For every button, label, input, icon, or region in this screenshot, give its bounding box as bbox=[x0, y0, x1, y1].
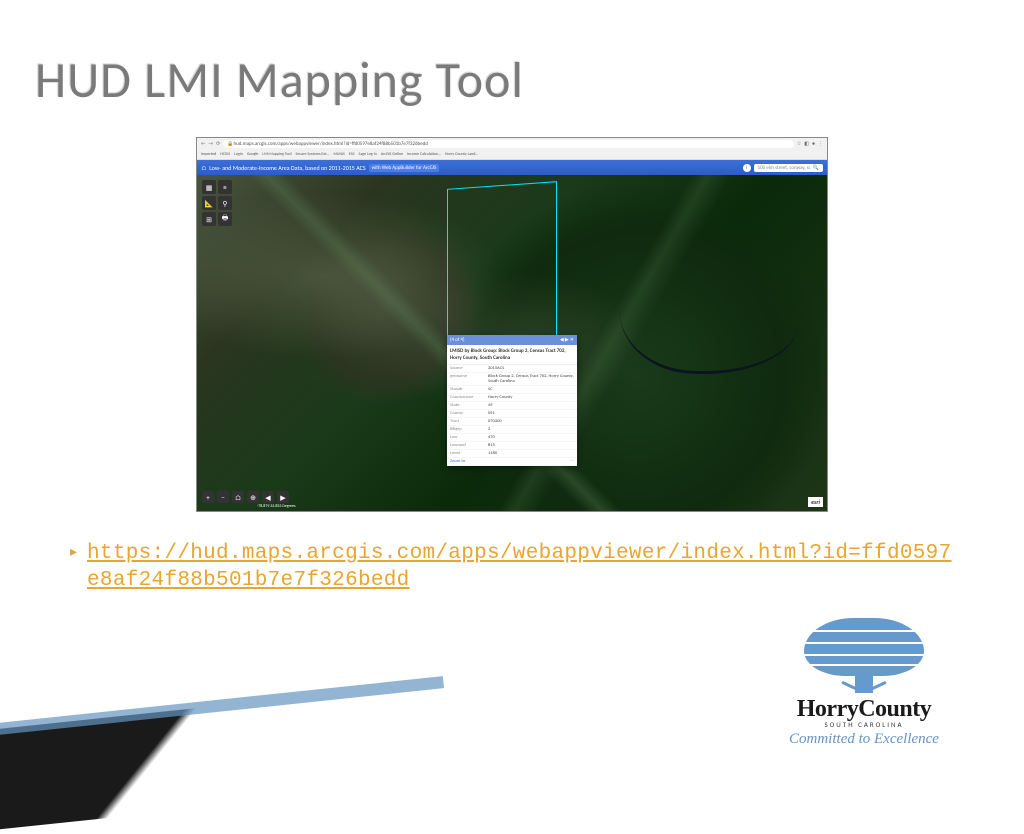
tree-trunk-icon bbox=[855, 671, 873, 693]
popup-key: Countyname bbox=[450, 395, 488, 400]
app-header: ⌂ Low- and Moderate-Income Area Data, ba… bbox=[197, 160, 827, 175]
popup-nav: ◀ ▶ ✕ bbox=[560, 337, 574, 343]
search-icon: 🔍 bbox=[813, 165, 819, 171]
bookmark: ArcGIS Online bbox=[381, 152, 403, 157]
zoom-out-icon: − bbox=[217, 491, 229, 503]
bookmark: Horry County Land... bbox=[445, 152, 478, 157]
bookmark: Secure Systems Ext... bbox=[296, 152, 330, 157]
river bbox=[615, 307, 800, 382]
popup-header: (4 of 4) ◀ ▶ ✕ bbox=[447, 335, 577, 345]
prev-extent-icon: ◀ bbox=[262, 491, 274, 503]
popup-title: LMISD by Block Group: Block Group 2, Cen… bbox=[447, 345, 577, 365]
popup-val: Horry County bbox=[488, 395, 574, 400]
menu-icon: ⋮ bbox=[818, 141, 823, 147]
bookmark: Income Calculation... bbox=[407, 152, 441, 157]
profile-icon: ● bbox=[812, 141, 815, 147]
popup-val: 815 bbox=[488, 443, 574, 448]
esri-attribution: esri bbox=[808, 497, 823, 507]
tract-boundary bbox=[447, 181, 557, 359]
app-logo-icon: ⌂ bbox=[201, 164, 206, 172]
zoom-controls: + − ⌂ ⊕ ◀ ▶ bbox=[202, 491, 289, 503]
measure-icon: 📐 bbox=[202, 196, 216, 210]
embedded-screenshot: ← → ⟳ 🔒 hud.maps.arcgis.com/apps/webappv… bbox=[196, 137, 828, 512]
popup-val: 45 bbox=[488, 403, 574, 408]
popup-val: Block Group 2, Census Tract 702, Horry C… bbox=[488, 374, 574, 384]
print-icon: 🖶 bbox=[218, 212, 232, 226]
horry-county-logo: HorryCounty SOUTH CAROLINA Committed to … bbox=[754, 618, 974, 748]
bookmark-icon: ⚲ bbox=[218, 196, 232, 210]
tool-url-link[interactable]: https://hud.maps.arcgis.com/apps/webappv… bbox=[87, 540, 964, 595]
popup-val: 051 bbox=[488, 411, 574, 416]
slide-corner-decoration bbox=[0, 682, 454, 834]
bookmark: ESS bbox=[349, 152, 355, 157]
link-bullet-item: ▸ https://hud.maps.arcgis.com/apps/webap… bbox=[70, 540, 964, 595]
popup-val: 2 bbox=[488, 427, 574, 432]
popup-key: Lowmod bbox=[450, 443, 488, 448]
extension-icon: ◧ bbox=[804, 141, 809, 147]
popup-val: SC bbox=[488, 387, 574, 392]
app-title: Low- and Moderate-Income Area Data, base… bbox=[209, 164, 365, 172]
app-badge: with Web AppBuilder for ArcGIS bbox=[369, 164, 440, 172]
info-icon: i bbox=[743, 164, 751, 172]
nav-back-icon: ← bbox=[201, 141, 206, 147]
browser-address-bar: ← → ⟳ 🔒 hud.maps.arcgis.com/apps/webappv… bbox=[197, 138, 827, 150]
star-icon: ☆ bbox=[797, 141, 801, 147]
basemap-icon: ⊞ bbox=[202, 212, 216, 226]
bookmark: LMI Mapping Tool bbox=[262, 152, 291, 157]
zoom-to-link: Zoom to bbox=[450, 459, 488, 464]
popup-key: Stusab bbox=[450, 387, 488, 392]
popup-key: County bbox=[450, 411, 488, 416]
bookmark: Sage Log In bbox=[359, 152, 377, 157]
bookmark: MUNIS bbox=[333, 152, 344, 157]
bullet-icon: ▸ bbox=[70, 544, 77, 561]
popup-key: Source bbox=[450, 366, 488, 371]
bookmark: HCGIS bbox=[220, 152, 230, 157]
map-canvas: ▦ ≡ 📐 ⚲ ⊞ 🖶 (4 of 4) ◀ ▶ ✕ LMISD by Bloc… bbox=[197, 175, 827, 511]
slide-title: HUD LMI Mapping Tool bbox=[35, 50, 524, 111]
logo-subtitle: SOUTH CAROLINA bbox=[754, 720, 974, 729]
map-tools: ▦ ≡ 📐 ⚲ ⊞ 🖶 bbox=[202, 180, 232, 226]
locate-icon: ⊕ bbox=[247, 491, 259, 503]
popup-key: geoname bbox=[450, 374, 488, 384]
zoom-in-icon: + bbox=[202, 491, 214, 503]
bookmark: Imported bbox=[201, 152, 216, 157]
nav-fwd-icon: → bbox=[209, 141, 214, 147]
popup-key: State bbox=[450, 403, 488, 408]
url-field: 🔒 hud.maps.arcgis.com/apps/webappviewer/… bbox=[223, 140, 793, 148]
bookmark: Login bbox=[234, 152, 243, 157]
bookmark: Google bbox=[247, 152, 259, 157]
popup-key: Low bbox=[450, 435, 488, 440]
home-icon: ⌂ bbox=[232, 491, 244, 503]
url-text: hud.maps.arcgis.com/apps/webappviewer/in… bbox=[234, 141, 428, 147]
tree-icon bbox=[804, 618, 924, 676]
search-input: 100 elm street, conway, sc 🔍 bbox=[754, 164, 823, 172]
logo-tagline: Committed to Excellence bbox=[754, 731, 974, 748]
search-text: 100 elm street, conway, sc bbox=[758, 165, 811, 171]
popup-key: Tract bbox=[450, 419, 488, 424]
popup-val: 470 bbox=[488, 435, 574, 440]
feature-popup: (4 of 4) ◀ ▶ ✕ LMISD by Block Group: Blo… bbox=[447, 335, 577, 466]
popup-val: 1180 bbox=[488, 451, 574, 456]
legend-icon: ≡ bbox=[218, 180, 232, 194]
logo-name: HorryCounty bbox=[754, 696, 974, 723]
popup-more: ⋯ bbox=[488, 459, 574, 464]
popup-val: 2015ACS bbox=[488, 366, 574, 371]
reload-icon: ⟳ bbox=[216, 141, 220, 147]
popup-key: Blkgrp bbox=[450, 427, 488, 432]
bookmark-bar: Imported HCGIS Login Google LMI Mapping … bbox=[197, 150, 827, 160]
popup-pager: (4 of 4) bbox=[450, 337, 465, 343]
layers-icon: ▦ bbox=[202, 180, 216, 194]
coordinates: -78.879 33.853 Degrees bbox=[257, 504, 296, 509]
next-extent-icon: ▶ bbox=[277, 491, 289, 503]
popup-key: Lmmi bbox=[450, 451, 488, 456]
popup-val: 070200 bbox=[488, 419, 574, 424]
